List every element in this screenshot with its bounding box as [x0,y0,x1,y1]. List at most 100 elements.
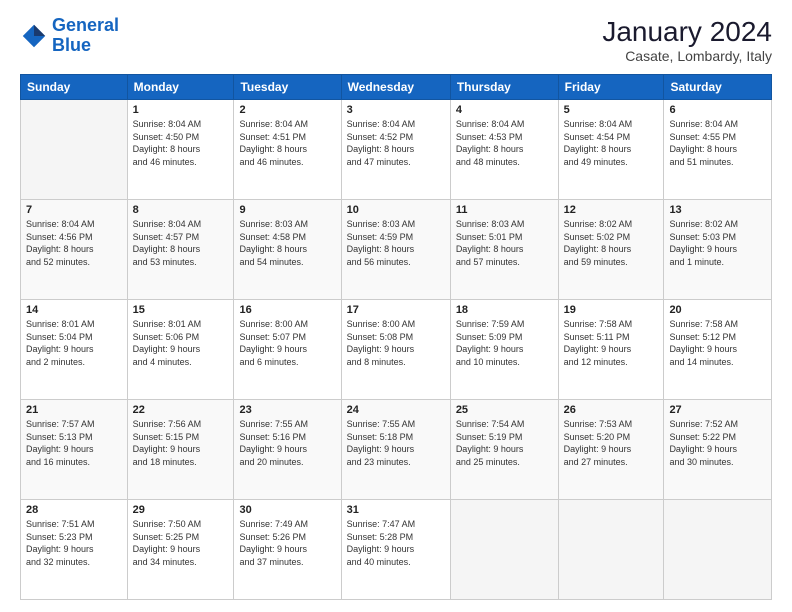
logo-icon [20,22,48,50]
week-row-4: 21Sunrise: 7:57 AM Sunset: 5:13 PM Dayli… [21,400,772,500]
calendar-cell: 6Sunrise: 8:04 AM Sunset: 4:55 PM Daylig… [664,100,772,200]
day-info: Sunrise: 7:55 AM Sunset: 5:16 PM Dayligh… [239,418,335,468]
calendar-cell: 7 Sunrise: 8:04 AM Sunset: 4:56 PM Daylig… [21,200,128,300]
calendar-cell: 12 Sunrise: 8:02 AM Sunset: 5:02 PM Dayli… [558,200,664,300]
calendar-cell [21,100,128,200]
day-info: Sunrise: 8:03 AM Sunset: 4:58 PM Dayligh… [239,218,335,268]
weekday-header-thursday: Thursday [450,75,558,100]
day-number: 22 [133,404,229,416]
calendar-cell: 25 Sunrise: 7:54 AM Sunset: 5:19 PM Dayli… [450,400,558,500]
day-number: 3 [347,104,445,116]
calendar-cell: 13 Sunrise: 8:02 AM Sunset: 5:03 PM Dayli… [664,200,772,300]
calendar-table: SundayMondayTuesdayWednesdayThursdayFrid… [20,74,772,600]
day-info: Sunrise: 7:53 AM Sunset: 5:20 PM Dayligh… [564,418,659,468]
day-number: 31 [347,504,445,516]
day-number: 4 [456,104,553,116]
calendar-cell: 5 Sunrise: 8:04 AM Sunset: 4:54 PM Daylig… [558,100,664,200]
day-number: 6 [669,104,766,116]
day-number: 18 [456,304,553,316]
day-number: 24 [347,404,445,416]
day-number: 14 [26,304,122,316]
calendar-cell: 30 Sunrise: 7:49 AM Sunset: 5:26 PM Dayli… [234,500,341,600]
day-number: 19 [564,304,659,316]
day-number: 25 [456,404,553,416]
week-row-1: 1Sunrise: 8:04 AM Sunset: 4:50 PM Daylig… [21,100,772,200]
day-info: Sunrise: 8:04 AM Sunset: 4:54 PM Dayligh… [564,118,659,168]
calendar-cell: 29Sunrise: 7:50 AM Sunset: 5:25 PM Dayli… [127,500,234,600]
day-info: Sunrise: 8:00 AM Sunset: 5:08 PM Dayligh… [347,318,445,368]
day-info: Sunrise: 7:49 AM Sunset: 5:26 PM Dayligh… [239,518,335,568]
calendar-cell: 9 Sunrise: 8:03 AM Sunset: 4:58 PM Daylig… [234,200,341,300]
calendar-cell [664,500,772,600]
day-number: 15 [133,304,229,316]
day-info: Sunrise: 7:56 AM Sunset: 5:15 PM Dayligh… [133,418,229,468]
calendar-cell: 2 Sunrise: 8:04 AM Sunset: 4:51 PM Daylig… [234,100,341,200]
weekday-header-wednesday: Wednesday [341,75,450,100]
calendar-cell: 18 Sunrise: 7:59 AM Sunset: 5:09 PM Dayli… [450,300,558,400]
day-number: 27 [669,404,766,416]
day-number: 16 [239,304,335,316]
day-info: Sunrise: 7:58 AM Sunset: 5:12 PM Dayligh… [669,318,766,368]
day-info: Sunrise: 7:51 AM Sunset: 5:23 PM Dayligh… [26,518,122,568]
calendar-cell: 14 Sunrise: 8:01 AM Sunset: 5:04 PM Dayli… [21,300,128,400]
weekday-header-sunday: Sunday [21,75,128,100]
day-info: Sunrise: 7:59 AM Sunset: 5:09 PM Dayligh… [456,318,553,368]
day-number: 9 [239,204,335,216]
calendar-cell [558,500,664,600]
calendar-cell: 15 Sunrise: 8:01 AM Sunset: 5:06 PM Dayli… [127,300,234,400]
day-number: 13 [669,204,766,216]
weekday-header-monday: Monday [127,75,234,100]
weekday-header-saturday: Saturday [664,75,772,100]
calendar-cell: 21Sunrise: 7:57 AM Sunset: 5:13 PM Dayli… [21,400,128,500]
calendar-cell: 20 Sunrise: 7:58 AM Sunset: 5:12 PM Dayli… [664,300,772,400]
calendar-cell: 11Sunrise: 8:03 AM Sunset: 5:01 PM Dayli… [450,200,558,300]
calendar-cell: 22 Sunrise: 7:56 AM Sunset: 5:15 PM Dayli… [127,400,234,500]
day-number: 20 [669,304,766,316]
day-info: Sunrise: 8:03 AM Sunset: 4:59 PM Dayligh… [347,218,445,268]
day-info: Sunrise: 8:02 AM Sunset: 5:03 PM Dayligh… [669,218,766,268]
day-number: 7 [26,204,122,216]
calendar-cell: 24Sunrise: 7:55 AM Sunset: 5:18 PM Dayli… [341,400,450,500]
day-info: Sunrise: 8:02 AM Sunset: 5:02 PM Dayligh… [564,218,659,268]
week-row-3: 14 Sunrise: 8:01 AM Sunset: 5:04 PM Dayli… [21,300,772,400]
day-info: Sunrise: 7:57 AM Sunset: 5:13 PM Dayligh… [26,418,122,468]
calendar-cell: 19 Sunrise: 7:58 AM Sunset: 5:11 PM Dayli… [558,300,664,400]
day-number: 8 [133,204,229,216]
calendar-cell: 27Sunrise: 7:52 AM Sunset: 5:22 PM Dayli… [664,400,772,500]
calendar-cell: 16Sunrise: 8:00 AM Sunset: 5:07 PM Dayli… [234,300,341,400]
day-info: Sunrise: 7:58 AM Sunset: 5:11 PM Dayligh… [564,318,659,368]
day-info: Sunrise: 8:04 AM Sunset: 4:57 PM Dayligh… [133,218,229,268]
day-info: Sunrise: 8:01 AM Sunset: 5:06 PM Dayligh… [133,318,229,368]
title-block: January 2024 Casate, Lombardy, Italy [602,16,772,64]
page: General Blue January 2024 Casate, Lombar… [0,0,792,612]
day-number: 12 [564,204,659,216]
day-info: Sunrise: 8:04 AM Sunset: 4:51 PM Dayligh… [239,118,335,168]
day-info: Sunrise: 8:04 AM Sunset: 4:56 PM Dayligh… [26,218,122,268]
week-row-2: 7 Sunrise: 8:04 AM Sunset: 4:56 PM Daylig… [21,200,772,300]
day-number: 10 [347,204,445,216]
day-info: Sunrise: 8:04 AM Sunset: 4:53 PM Dayligh… [456,118,553,168]
subtitle: Casate, Lombardy, Italy [602,48,772,64]
calendar-cell: 3Sunrise: 8:04 AM Sunset: 4:52 PM Daylig… [341,100,450,200]
day-info: Sunrise: 7:47 AM Sunset: 5:28 PM Dayligh… [347,518,445,568]
day-number: 2 [239,104,335,116]
day-info: Sunrise: 7:54 AM Sunset: 5:19 PM Dayligh… [456,418,553,468]
calendar-cell: 17Sunrise: 8:00 AM Sunset: 5:08 PM Dayli… [341,300,450,400]
day-info: Sunrise: 8:03 AM Sunset: 5:01 PM Dayligh… [456,218,553,268]
weekday-header-tuesday: Tuesday [234,75,341,100]
calendar-cell: 28 Sunrise: 7:51 AM Sunset: 5:23 PM Dayli… [21,500,128,600]
main-title: January 2024 [602,16,772,48]
calendar-cell: 4 Sunrise: 8:04 AM Sunset: 4:53 PM Daylig… [450,100,558,200]
weekday-header-row: SundayMondayTuesdayWednesdayThursdayFrid… [21,75,772,100]
day-number: 28 [26,504,122,516]
logo-text: General Blue [52,16,119,56]
day-info: Sunrise: 8:04 AM Sunset: 4:50 PM Dayligh… [133,118,229,168]
day-info: Sunrise: 8:01 AM Sunset: 5:04 PM Dayligh… [26,318,122,368]
calendar-cell [450,500,558,600]
calendar-cell: 1Sunrise: 8:04 AM Sunset: 4:50 PM Daylig… [127,100,234,200]
day-number: 30 [239,504,335,516]
logo: General Blue [20,16,119,56]
day-number: 23 [239,404,335,416]
weekday-header-friday: Friday [558,75,664,100]
day-number: 5 [564,104,659,116]
